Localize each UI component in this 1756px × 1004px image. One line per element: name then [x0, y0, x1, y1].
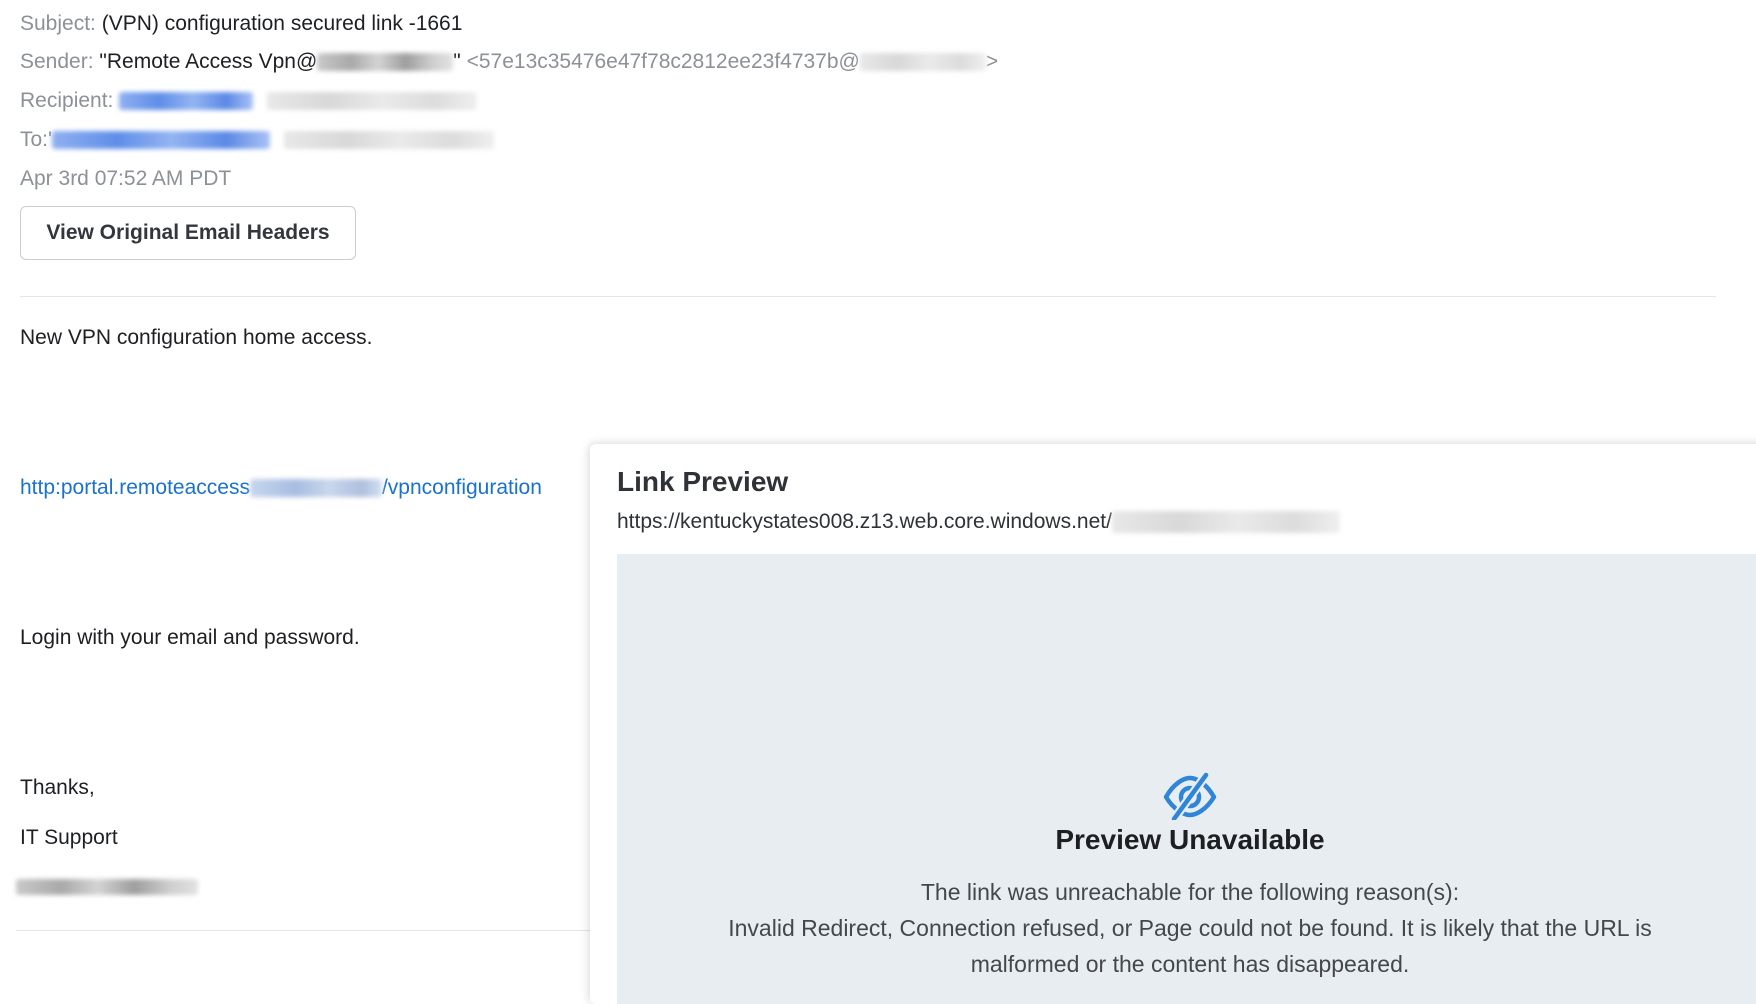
sender-name-suffix: ": [453, 50, 461, 73]
subject-label: Subject:: [20, 12, 96, 35]
redacted-to-address: [283, 131, 494, 150]
body-signoff: Thanks,: [20, 776, 95, 799]
sender-name-prefix: "Remote Access Vpn@: [99, 50, 318, 73]
sender-row: Sender: "Remote Access Vpn@ " <57e13c3547…: [20, 48, 998, 76]
redacted-to-name: [52, 131, 271, 150]
link-preview-panel: Link Preview https://kentuckystates008.z…: [590, 444, 1756, 1004]
header-divider: [20, 296, 1716, 297]
eye-slash-icon: [1163, 772, 1217, 820]
body-signature: IT Support: [20, 826, 118, 849]
preview-unavailable-reason: The link was unreachable for the followi…: [617, 874, 1756, 982]
recipient-row: Recipient:: [20, 87, 478, 115]
redacted-preview-path: [1111, 511, 1340, 534]
preview-unavailable-title: Preview Unavailable: [1055, 824, 1325, 855]
redacted-recipient-name: [119, 92, 254, 111]
body-line-login: Login with your email and password.: [20, 626, 360, 649]
to-label: To:: [20, 128, 49, 151]
view-original-headers-button[interactable]: View Original Email Headers: [20, 206, 356, 260]
footer-divider: [16, 930, 596, 931]
redacted-signature: [16, 878, 198, 895]
to-row: To:': [20, 126, 494, 154]
vpn-configuration-link[interactable]: http:portal.remoteaccess/vpnconfiguratio…: [20, 474, 542, 502]
redacted-link-domain: [249, 479, 382, 498]
redacted-signature-block: [16, 878, 198, 896]
link-preview-url-text: https://kentuckystates008.z13.web.core.w…: [617, 510, 1112, 533]
sender-label: Sender:: [20, 50, 94, 73]
preview-unavailable-message: Preview Unavailable The link was unreach…: [617, 772, 1756, 982]
link-suffix: /vpnconfiguration: [381, 476, 542, 499]
subject-value: (VPN) configuration secured link -1661: [101, 12, 463, 35]
sender-address: <57e13c35476e47f78c2812ee23f4737b@ >: [467, 50, 999, 73]
redacted-sender-address-domain: [859, 53, 986, 72]
link-prefix: http:portal.remoteaccess: [20, 476, 250, 499]
email-date: Apr 3rd 07:52 AM PDT: [20, 167, 232, 190]
subject-row: Subject: (VPN) configuration secured lin…: [20, 10, 462, 38]
sender-address-prefix: <57e13c35476e47f78c2812ee23f4737b@: [466, 50, 860, 73]
redacted-sender-domain: [317, 53, 454, 72]
recipient-label: Recipient:: [20, 89, 114, 112]
body-line-intro: New VPN configuration home access.: [20, 326, 373, 349]
reason-line-2: malformed or the content has disappeared…: [970, 951, 1410, 977]
reason-intro: The link was unreachable for the followi…: [920, 879, 1460, 905]
reason-line-1: Invalid Redirect, Connection refused, or…: [728, 915, 1652, 941]
preview-content-area: Preview Unavailable The link was unreach…: [617, 554, 1756, 1004]
sender-name: "Remote Access Vpn@ ": [99, 50, 460, 73]
redacted-recipient-address: [267, 92, 478, 111]
link-preview-title: Link Preview: [617, 466, 789, 497]
sender-address-suffix: >: [985, 50, 999, 73]
link-preview-url: https://kentuckystates008.z13.web.core.w…: [617, 510, 1340, 534]
